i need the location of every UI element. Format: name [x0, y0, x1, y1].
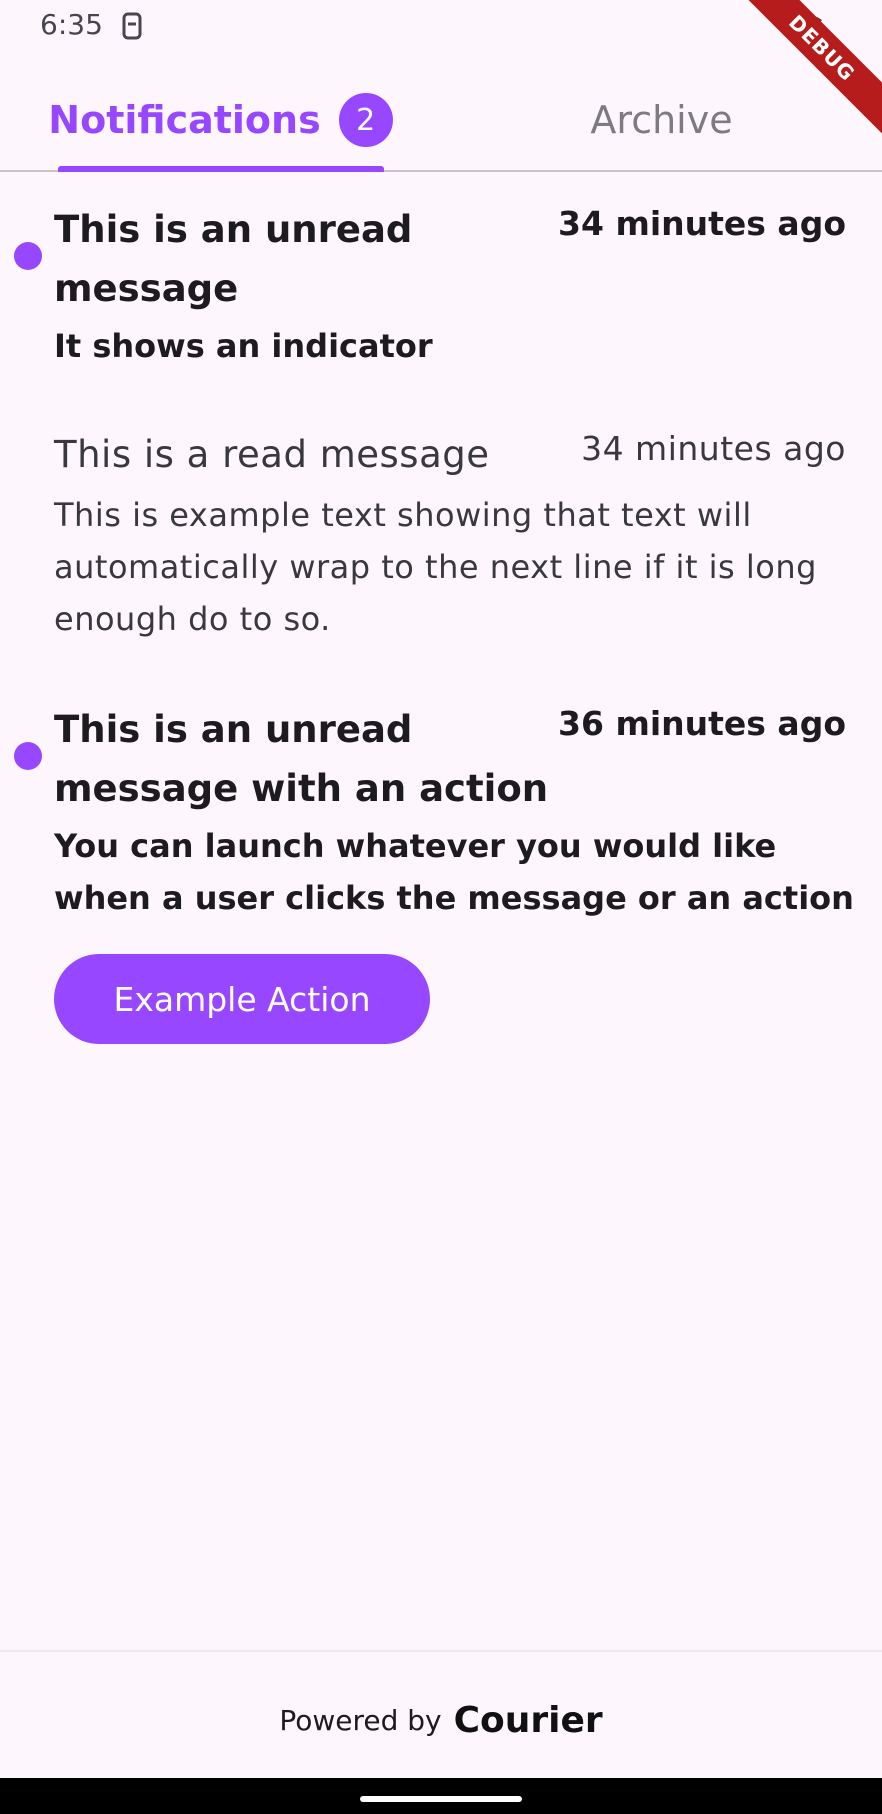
tab-notifications[interactable]: Notifications 2 — [0, 70, 441, 170]
message-body: You can launch whatever you would like w… — [54, 827, 854, 917]
powered-by: Powered by Courier — [0, 1700, 882, 1741]
message-title: This is an unread message with an action — [54, 708, 549, 810]
courier-logo: Courier — [453, 1700, 603, 1741]
status-time: 6:35 — [40, 8, 103, 41]
unread-indicator — [14, 242, 42, 270]
message-time: 34 minutes ago — [558, 204, 846, 243]
tab-archive[interactable]: Archive — [441, 70, 882, 170]
unread-count-badge: 2 — [338, 93, 393, 147]
message-body: This is example text showing that text w… — [54, 496, 817, 638]
system-nav-bar — [0, 1778, 882, 1814]
message-item[interactable]: This is an unread message 34 minutes ago… — [0, 200, 882, 380]
powered-by-label: Powered by — [279, 1704, 442, 1737]
example-action-button[interactable]: Example Action — [54, 954, 430, 1044]
status-bar: 6:35 — [0, 0, 882, 56]
footer: Powered by Courier — [0, 1650, 882, 1780]
home-handle[interactable] — [360, 1796, 522, 1802]
sim-icon — [122, 12, 142, 44]
message-item[interactable]: This is a read message 34 minutes ago Th… — [0, 425, 882, 645]
tab-bar: Notifications 2 Archive — [0, 70, 882, 172]
message-time: 34 minutes ago — [581, 429, 846, 468]
unread-indicator — [14, 742, 42, 770]
tab-archive-label: Archive — [590, 98, 733, 142]
message-time: 36 minutes ago — [558, 704, 846, 743]
message-body: It shows an indicator — [54, 327, 433, 365]
tab-notifications-label: Notifications — [48, 98, 321, 142]
tab-active-indicator — [58, 166, 384, 172]
message-item[interactable]: This is an unread message with an action… — [0, 700, 882, 1050]
message-title: This is an unread message — [54, 208, 413, 310]
message-title: This is a read message — [54, 433, 490, 476]
